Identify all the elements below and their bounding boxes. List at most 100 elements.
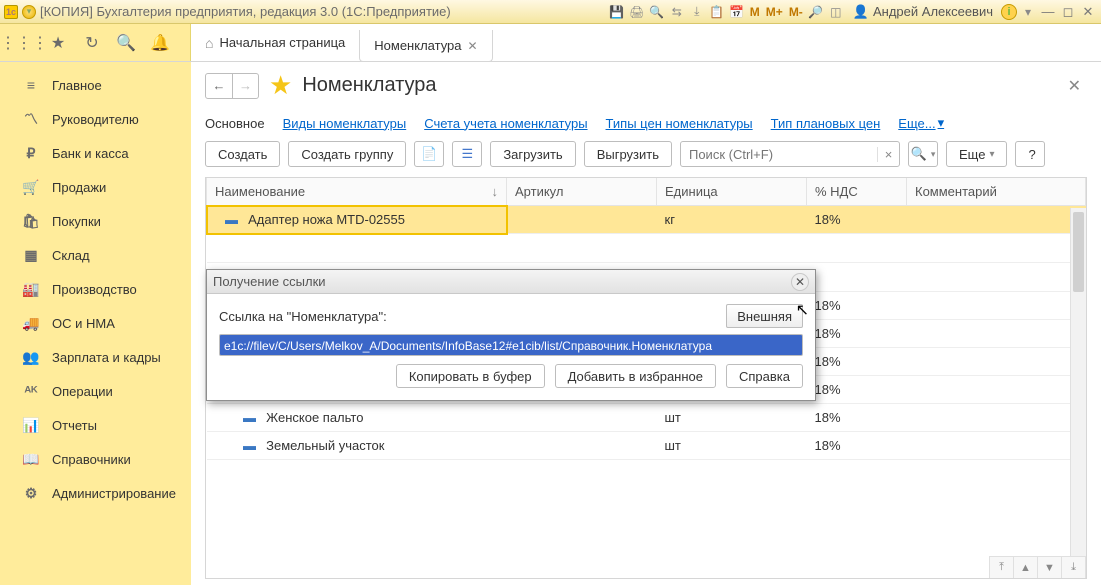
panels-icon[interactable]: ◫ xyxy=(827,3,845,21)
sidebar-item[interactable]: ⚙ Администрирование xyxy=(0,476,191,510)
subnav-link[interactable]: Типы цен номенклатуры xyxy=(606,116,753,131)
subnav-link[interactable]: Тип плановых цен xyxy=(771,116,881,131)
tab-home[interactable]: ⌂ Начальная страница xyxy=(191,24,359,61)
scroll-top-icon[interactable]: ⤒ xyxy=(990,557,1014,578)
cell-unit: шт xyxy=(657,404,807,432)
sidebar-item-label: Операции xyxy=(52,384,113,399)
table-row[interactable]: ▬ Земельный участок шт 18% xyxy=(207,432,1086,460)
close-icon[interactable]: ✕ xyxy=(468,39,478,53)
mem-m-plus[interactable]: M+ xyxy=(764,5,785,19)
subnav-more[interactable]: Еще...▾ xyxy=(898,115,944,131)
window-close[interactable]: ✕ xyxy=(1079,3,1097,21)
favorite-star-icon[interactable]: ★ xyxy=(269,70,292,101)
options-dropdown-icon[interactable]: ▾ xyxy=(1019,3,1037,21)
dialog-close-button[interactable]: ✕ xyxy=(791,273,809,291)
export-icon[interactable]: ⤓ xyxy=(688,3,706,21)
calendar-icon[interactable]: 📅 xyxy=(728,3,746,21)
search-global-icon[interactable]: 🔍 xyxy=(116,33,136,53)
cell-comment xyxy=(907,432,1086,460)
subnav-current[interactable]: Основное xyxy=(205,116,265,131)
col-unit[interactable]: Единица xyxy=(657,178,807,206)
cell-vat: 18% xyxy=(807,376,907,404)
sidebar-item[interactable]: ₽ Банк и касса xyxy=(0,136,191,170)
add-fav-button[interactable]: Добавить в избранное xyxy=(555,364,716,388)
global-iconstrip: ⋮⋮⋮ ★ ↻ 🔍 🔔 xyxy=(0,24,191,61)
table-row[interactable]: ▬ Адаптер ножа MTD-02555 кг 18% xyxy=(207,206,1086,234)
help-button[interactable]: Справка xyxy=(726,364,803,388)
clear-search-icon[interactable]: × xyxy=(877,147,899,162)
sidebar-item[interactable]: ᴬᴷ Операции xyxy=(0,374,191,408)
current-user[interactable]: 👤 Андрей Алексеевич xyxy=(847,4,999,20)
scroll-up-icon[interactable]: ▲ xyxy=(1014,557,1038,578)
cell-article xyxy=(507,206,657,234)
nav-forward[interactable]: → xyxy=(232,74,258,98)
tab-nomenklatura[interactable]: Номенклатура ✕ xyxy=(359,30,492,62)
sidebar-item[interactable]: 🛒 Продажи xyxy=(0,170,191,204)
sidebar-item[interactable]: 〽 Руководителю xyxy=(0,102,191,136)
calculator-icon[interactable]: 📋 xyxy=(708,3,726,21)
mem-m-minus[interactable]: M- xyxy=(787,5,805,19)
history-icon[interactable]: ↻ xyxy=(82,33,102,53)
sidebar-item[interactable]: 👥 Зарплата и кадры xyxy=(0,340,191,374)
search-button[interactable]: 🔍▾ xyxy=(908,141,938,167)
table-row[interactable]: ▬ Женское пальто шт 18% xyxy=(207,404,1086,432)
load-button[interactable]: Загрузить xyxy=(490,141,575,167)
sidebar-item-icon: 📖 xyxy=(22,450,40,468)
get-link-dialog: Получение ссылки ✕ Ссылка на "Номенклату… xyxy=(206,269,816,401)
zoom-icon[interactable]: 🔎 xyxy=(807,3,825,21)
subnav-link[interactable]: Виды номенклатуры xyxy=(283,116,407,131)
cell-comment xyxy=(907,206,1086,234)
mem-m[interactable]: M xyxy=(748,5,762,19)
col-article[interactable]: Артикул xyxy=(507,178,657,206)
external-link-button[interactable]: Внешняя xyxy=(726,304,803,328)
unload-button[interactable]: Выгрузить xyxy=(584,141,672,167)
sidebar-item[interactable]: 🛍 Покупки xyxy=(0,204,191,238)
col-name[interactable]: Наименование ↓ xyxy=(207,178,507,206)
sidebar-item[interactable]: 🏭 Производство xyxy=(0,272,191,306)
sidebar-item[interactable]: 📖 Справочники xyxy=(0,442,191,476)
create-group-button[interactable]: Создать группу xyxy=(288,141,406,167)
favorite-icon[interactable]: ★ xyxy=(48,33,68,53)
scroll-down-icon[interactable]: ▼ xyxy=(1038,557,1062,578)
cell-name: ▬ Земельный участок xyxy=(207,432,507,460)
sidebar-item-label: Банк и касса xyxy=(52,146,129,161)
sidebar-item-icon: ≡ xyxy=(22,76,40,94)
scroll-bottom-icon[interactable]: ⤓ xyxy=(1062,557,1086,578)
vertical-scrollbar[interactable] xyxy=(1070,208,1086,556)
copy-button[interactable]: Копировать в буфер xyxy=(396,364,545,388)
sort-indicator-icon: ↓ xyxy=(492,184,499,199)
user-icon: 👤 xyxy=(853,4,869,20)
sidebar-item[interactable]: ≡ Главное xyxy=(0,68,191,102)
window-minimize[interactable]: — xyxy=(1039,3,1057,21)
app-menu-dropdown[interactable]: ▾ xyxy=(22,5,36,19)
sidebar: ≡ Главное〽 Руководителю₽ Банк и касса🛒 П… xyxy=(0,62,191,585)
print-icon[interactable]: 🖨 xyxy=(628,3,646,21)
more-menu-button[interactable]: Еще ▾ xyxy=(946,141,1007,167)
apps-icon[interactable]: ⋮⋮⋮ xyxy=(14,33,34,53)
subnav-link[interactable]: Счета учета номенклатуры xyxy=(424,116,587,131)
search-input[interactable] xyxy=(681,147,877,162)
notifications-icon[interactable]: 🔔 xyxy=(150,33,170,53)
item-marker-icon: ▬ xyxy=(243,438,257,453)
link-url-field[interactable]: e1c://filev/C/Users/Melkov_A/Documents/I… xyxy=(219,334,803,356)
save-icon[interactable]: 💾 xyxy=(608,3,626,21)
preview-icon[interactable]: 🔍 xyxy=(648,3,666,21)
sidebar-item[interactable]: 📊 Отчеты xyxy=(0,408,191,442)
nav-back[interactable]: ← xyxy=(206,74,232,98)
help-button[interactable]: ? xyxy=(1015,141,1045,167)
list-mode-button[interactable]: ☰ xyxy=(452,141,482,167)
page-close[interactable]: ✕ xyxy=(1068,76,1087,96)
create-button[interactable]: Создать xyxy=(205,141,280,167)
sidebar-item-label: Склад xyxy=(52,248,90,263)
compare-icon[interactable]: ⇆ xyxy=(668,3,686,21)
create-copy-button[interactable]: 📄 xyxy=(414,141,444,167)
cell-vat: 18% xyxy=(807,432,907,460)
sidebar-item[interactable]: ▦ Склад xyxy=(0,238,191,272)
col-comment[interactable]: Комментарий xyxy=(907,178,1086,206)
sidebar-item-label: ОС и НМА xyxy=(52,316,115,331)
window-maximize[interactable]: ◻ xyxy=(1059,3,1077,21)
col-vat[interactable]: % НДС xyxy=(807,178,907,206)
sidebar-item-label: Главное xyxy=(52,78,102,93)
info-icon[interactable]: i xyxy=(1001,4,1017,20)
sidebar-item[interactable]: 🚚 ОС и НМА xyxy=(0,306,191,340)
